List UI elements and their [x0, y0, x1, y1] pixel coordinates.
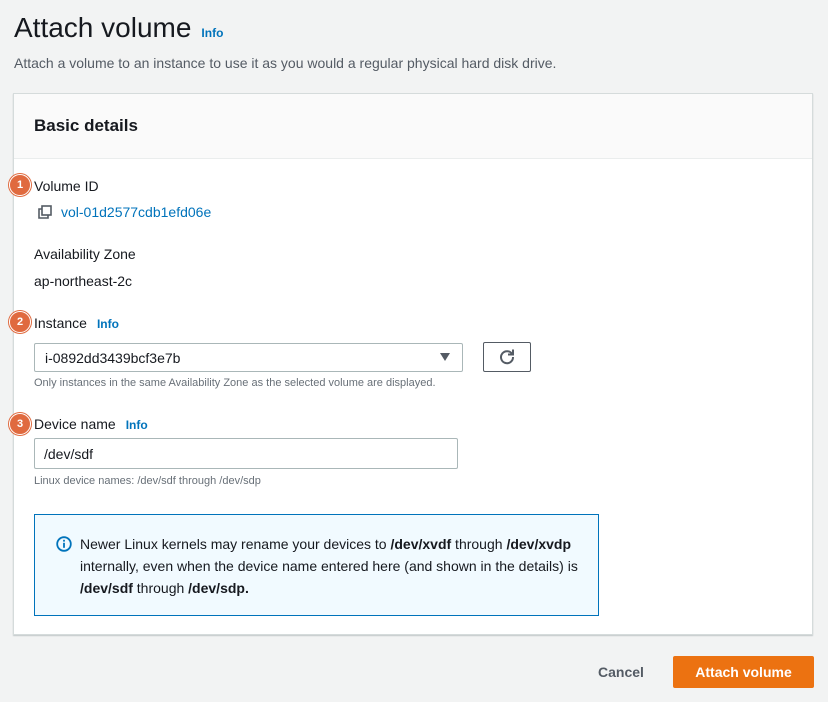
attach-volume-button[interactable]: Attach volume	[673, 656, 814, 688]
refresh-icon	[500, 349, 515, 365]
panel-header: Basic details	[14, 94, 812, 159]
instance-label-text: Instance	[34, 315, 87, 331]
title-info-link[interactable]: Info	[201, 26, 223, 40]
step-badge-3: 3	[9, 413, 31, 435]
device-name-hint: Linux device names: /dev/sdf through /de…	[34, 475, 261, 487]
volume-id-link[interactable]: vol-01d2577cdb1efd06e	[38, 204, 211, 220]
instance-hint: Only instances in the same Availability …	[34, 377, 436, 389]
availability-zone-label: Availability Zone	[34, 246, 136, 262]
copy-icon	[38, 205, 52, 219]
device-name-info-link[interactable]: Info	[126, 418, 148, 432]
volume-id-label-text: Volume ID	[34, 178, 99, 194]
instance-select[interactable]: i-0892dd3439bcf3e7b	[34, 343, 463, 372]
info-circle-icon	[56, 536, 72, 552]
instance-info-link[interactable]: Info	[97, 317, 119, 331]
step-badge-2: 2	[9, 311, 31, 333]
device-name-label-text: Device name	[34, 416, 116, 432]
device-name-label: Device name Info	[34, 416, 148, 432]
availability-zone-label-text: Availability Zone	[34, 246, 136, 262]
page-title-row: Attach volume Info	[14, 12, 223, 44]
page-title: Attach volume	[14, 12, 192, 43]
info-alert: Newer Linux kernels may rename your devi…	[34, 514, 599, 616]
instance-selected-value: i-0892dd3439bcf3e7b	[45, 349, 181, 366]
instance-label: Instance Info	[34, 315, 119, 331]
step-badge-1: 1	[9, 174, 31, 196]
caret-down-icon	[440, 353, 450, 361]
device-name-input[interactable]	[34, 438, 458, 469]
refresh-instances-button[interactable]	[483, 342, 531, 372]
alert-text: Newer Linux kernels may rename your devi…	[80, 536, 578, 596]
availability-zone-value: ap-northeast-2c	[34, 273, 133, 289]
volume-id-label: Volume ID	[34, 178, 99, 194]
cancel-button[interactable]: Cancel	[585, 656, 657, 688]
volume-id-value: vol-01d2577cdb1efd06e	[61, 204, 212, 220]
page-description: Attach a volume to an instance to use it…	[14, 55, 557, 71]
